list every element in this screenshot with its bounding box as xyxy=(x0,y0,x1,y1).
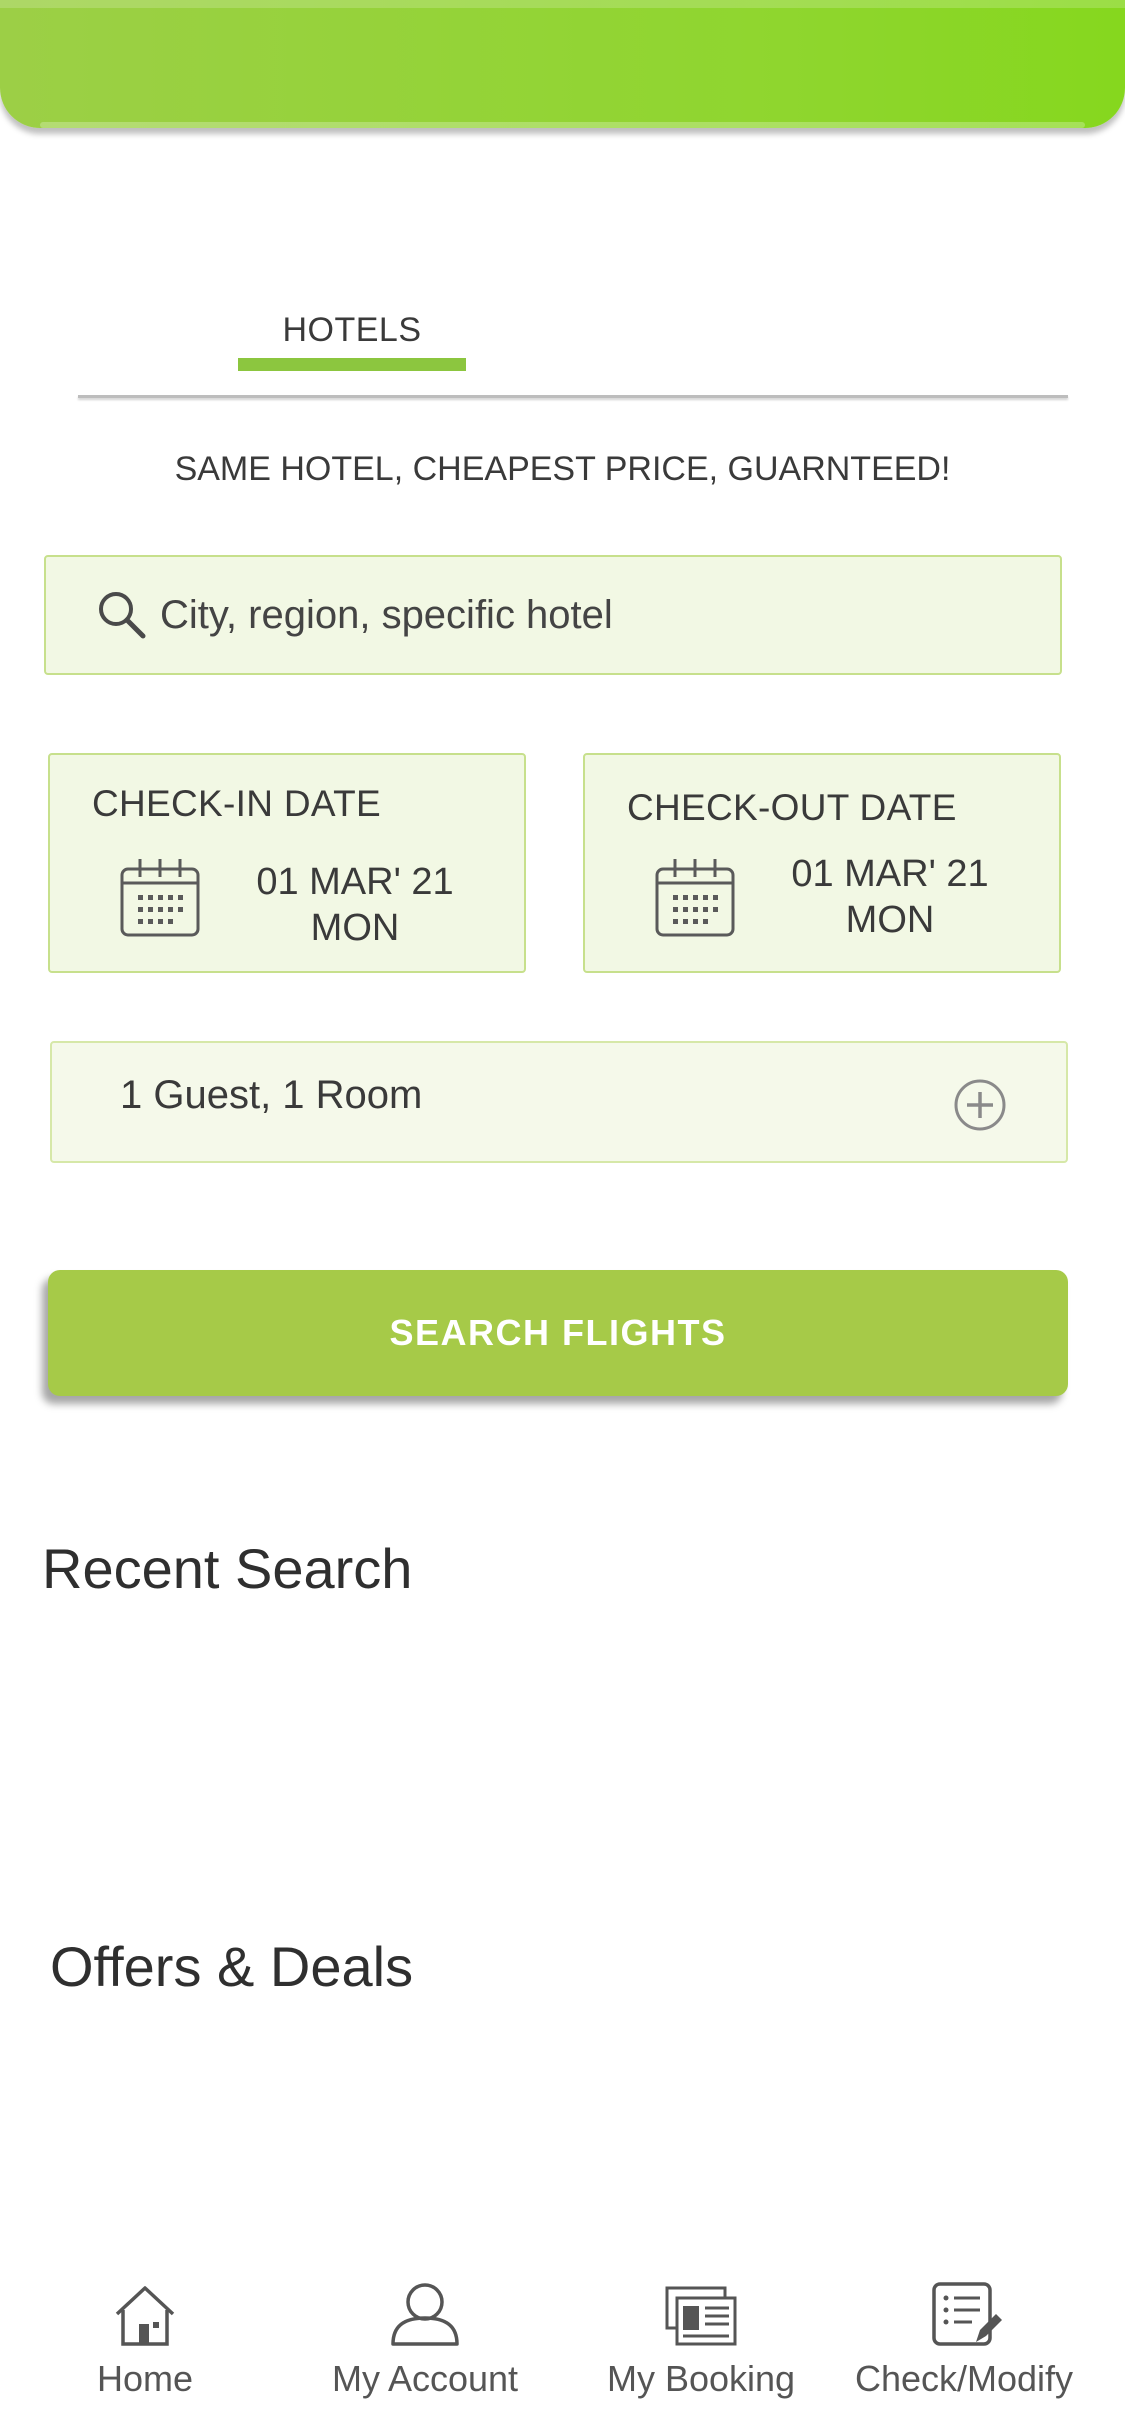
home-icon xyxy=(107,2280,183,2350)
nav-home-label: Home xyxy=(96,2358,194,2399)
check-out-title: CHECK-OUT DATE xyxy=(627,787,957,828)
bottom-navigation: Home My Account My Booking Check/Modify xyxy=(0,2270,1125,2436)
booking-icon xyxy=(663,2280,739,2350)
check-out-value: 01 MAR' 21 MON xyxy=(755,851,1025,943)
check-in-date: 01 MAR' 21 xyxy=(256,861,454,903)
check-in-title: CHECK-IN DATE xyxy=(92,783,381,824)
check-in-day: MON xyxy=(310,907,400,949)
nav-my-account[interactable]: My Account xyxy=(320,2280,530,2420)
check-out-date: 01 MAR' 21 xyxy=(791,853,989,895)
calendar-icon xyxy=(118,855,202,939)
tagline: SAME HOTEL, CHEAPEST PRICE, GUARNTEED! xyxy=(174,450,951,488)
check-out-day: MON xyxy=(845,899,935,941)
nav-my-account-label: My Account xyxy=(331,2358,519,2399)
offers-deals-heading: Offers & Deals xyxy=(50,1935,414,1998)
plus-circle-icon[interactable] xyxy=(952,1077,1008,1133)
search-flights-button[interactable]: SEARCH FLIGHTS xyxy=(48,1270,1068,1396)
hotel-search-input[interactable] xyxy=(158,591,982,639)
account-icon xyxy=(387,2280,463,2350)
nav-my-booking[interactable]: My Booking xyxy=(596,2280,806,2420)
search-icon xyxy=(94,587,150,643)
nav-home[interactable]: Home xyxy=(70,2280,220,2420)
check-in-date-field[interactable]: CHECK-IN DATE 01 MAR' 21 MON xyxy=(48,753,526,973)
guests-rooms-label: 1 Guest, 1 Room xyxy=(120,1073,423,1117)
guests-rooms-selector[interactable]: 1 Guest, 1 Room xyxy=(50,1041,1068,1163)
recent-search-heading: Recent Search xyxy=(42,1537,413,1600)
checklist-edit-icon xyxy=(926,2280,1002,2350)
calendar-icon xyxy=(653,855,737,939)
nav-check-modify-label: Check/Modify xyxy=(854,2358,1074,2399)
check-out-date-field[interactable]: CHECK-OUT DATE 01 MAR' 21 MON xyxy=(583,753,1061,973)
nav-my-booking-label: My Booking xyxy=(606,2358,796,2399)
hotel-search-field[interactable] xyxy=(44,555,1062,675)
check-in-value: 01 MAR' 21 MON xyxy=(220,859,490,951)
tab-hotels[interactable]: HOTELS xyxy=(238,305,466,375)
nav-check-modify[interactable]: Check/Modify xyxy=(852,2280,1076,2420)
tab-divider xyxy=(78,395,1068,398)
tab-hotels-label: HOTELS xyxy=(282,311,422,349)
header-bar xyxy=(0,0,1125,128)
tab-active-indicator xyxy=(238,358,466,371)
